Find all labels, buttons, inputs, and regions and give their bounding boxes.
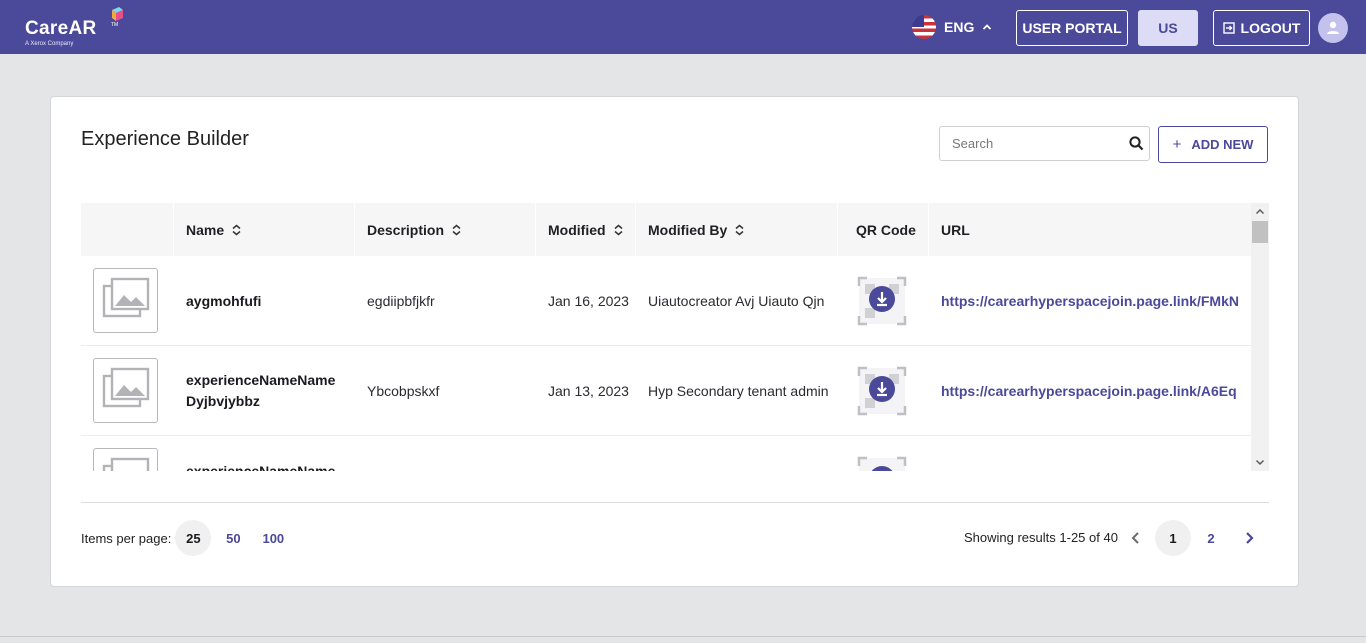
experience-url-link[interactable]: https://carearhyperspacejoin.page.link/F… — [941, 293, 1239, 309]
search-input[interactable] — [940, 127, 1120, 160]
add-new-label: ADD NEW — [1191, 137, 1254, 152]
table-row[interactable]: experienceNameName — [81, 436, 1251, 471]
scroll-down-arrow-icon[interactable] — [1255, 457, 1265, 467]
scroll-up-arrow-icon[interactable] — [1255, 207, 1265, 217]
modified-date: Jan 16, 2023 — [548, 293, 629, 309]
user-portal-button[interactable]: USER PORTAL — [1016, 10, 1128, 46]
language-selector[interactable]: ENG — [912, 14, 992, 40]
search-icon[interactable] — [1129, 136, 1144, 151]
sort-icon — [614, 224, 623, 235]
qr-download-icon[interactable] — [857, 276, 907, 326]
column-header-name[interactable]: Name — [186, 203, 241, 256]
language-label: ENG — [944, 19, 975, 35]
logo-tagline: A Xerox Company — [25, 41, 74, 47]
chevron-left-icon — [1131, 532, 1139, 544]
page-bottom-border — [0, 636, 1366, 637]
column-divider — [635, 203, 636, 256]
items-per-page-label: Items per page: — [81, 530, 172, 546]
previous-page-button[interactable] — [1124, 520, 1148, 556]
chevron-right-icon — [1246, 532, 1254, 544]
column-divider — [928, 203, 929, 256]
experience-description: egdiipbfjkfr — [367, 293, 435, 309]
table-row[interactable]: aygmohfufi egdiipbfjkfr Jan 16, 2023 Uia… — [81, 256, 1251, 346]
column-divider — [354, 203, 355, 256]
items-per-page: Items per page: 25 50 100 — [81, 520, 291, 556]
page-button-2[interactable]: 2 — [1197, 520, 1225, 556]
modified-by: Uiautocreator Avj Uiauto Qjn — [648, 293, 825, 309]
next-page-button[interactable] — [1237, 520, 1261, 556]
items-per-page-option-25[interactable]: 25 — [175, 520, 212, 556]
add-new-button[interactable]: + ADD NEW — [1158, 126, 1268, 163]
qr-download-icon[interactable] — [857, 456, 907, 471]
logo-cube-icon — [112, 7, 123, 21]
column-header-description[interactable]: Description — [367, 203, 461, 256]
page-button-1[interactable]: 1 — [1155, 520, 1191, 556]
user-icon — [1327, 21, 1339, 34]
column-header-modified-by[interactable]: Modified By — [648, 203, 744, 256]
experience-description: Ybcobpskxf — [367, 383, 440, 399]
logout-icon — [1222, 22, 1235, 34]
items-per-page-option-100[interactable]: 100 — [255, 520, 291, 556]
footer-divider — [81, 502, 1269, 503]
column-header-url: URL — [941, 221, 970, 238]
items-per-page-option-50[interactable]: 50 — [215, 520, 251, 556]
logo-trademark: TM — [111, 22, 119, 28]
image-placeholder-icon — [102, 367, 149, 407]
modified-date: Jan 13, 2023 — [548, 383, 629, 399]
page-title: Experience Builder — [81, 128, 249, 150]
column-divider — [173, 203, 174, 256]
experience-name[interactable]: experienceNameName — [186, 461, 335, 471]
experience-builder-card: Experience Builder + ADD NEW Name Descri… — [50, 96, 1299, 587]
logout-button[interactable]: LOGOUT — [1213, 10, 1310, 46]
carear-logo[interactable]: CareAR TM A Xerox Company — [25, 7, 135, 50]
sort-icon — [452, 224, 461, 235]
image-placeholder-icon — [102, 277, 149, 317]
qr-download-icon[interactable] — [857, 366, 907, 416]
experience-thumbnail[interactable] — [93, 268, 158, 333]
table-row[interactable]: experienceNameName Dyjbvjybbz Ybcobpskxf… — [81, 346, 1251, 436]
us-flag-icon — [912, 15, 936, 39]
table-header: Name Description Modified Modified By QR… — [81, 203, 1251, 256]
search-box — [939, 126, 1150, 161]
top-navigation-bar: CareAR TM A Xerox Company ENG USER PORTA… — [0, 0, 1366, 54]
column-header-modified[interactable]: Modified — [548, 203, 623, 256]
column-header-qr-code: QR Code — [856, 221, 916, 238]
sort-icon — [232, 224, 241, 235]
experience-thumbnail[interactable] — [93, 358, 158, 423]
region-button[interactable]: US — [1138, 10, 1198, 46]
experience-name[interactable]: aygmohfufi — [186, 291, 261, 312]
experience-name[interactable]: experienceNameName Dyjbvjybbz — [186, 370, 351, 412]
experience-url-link[interactable]: https://carearhyperspacejoin.page.link/A… — [941, 383, 1237, 399]
column-divider — [837, 203, 838, 256]
plus-icon: + — [1172, 136, 1182, 153]
column-divider — [535, 203, 536, 256]
table-vertical-scrollbar[interactable] — [1251, 203, 1269, 471]
experience-thumbnail[interactable] — [93, 448, 158, 471]
chevron-up-icon — [983, 24, 992, 30]
image-placeholder-icon — [102, 457, 149, 471]
experiences-table: Name Description Modified Modified By QR… — [81, 203, 1269, 471]
results-summary: Showing results 1-25 of 40 — [964, 530, 1118, 545]
sort-icon — [735, 224, 744, 235]
modified-by: Hyp Secondary tenant admin — [648, 383, 829, 399]
avatar[interactable] — [1318, 13, 1348, 43]
logo-text: CareAR — [25, 18, 97, 39]
scrollbar-thumb[interactable] — [1252, 221, 1268, 243]
logout-label: LOGOUT — [1240, 20, 1301, 36]
